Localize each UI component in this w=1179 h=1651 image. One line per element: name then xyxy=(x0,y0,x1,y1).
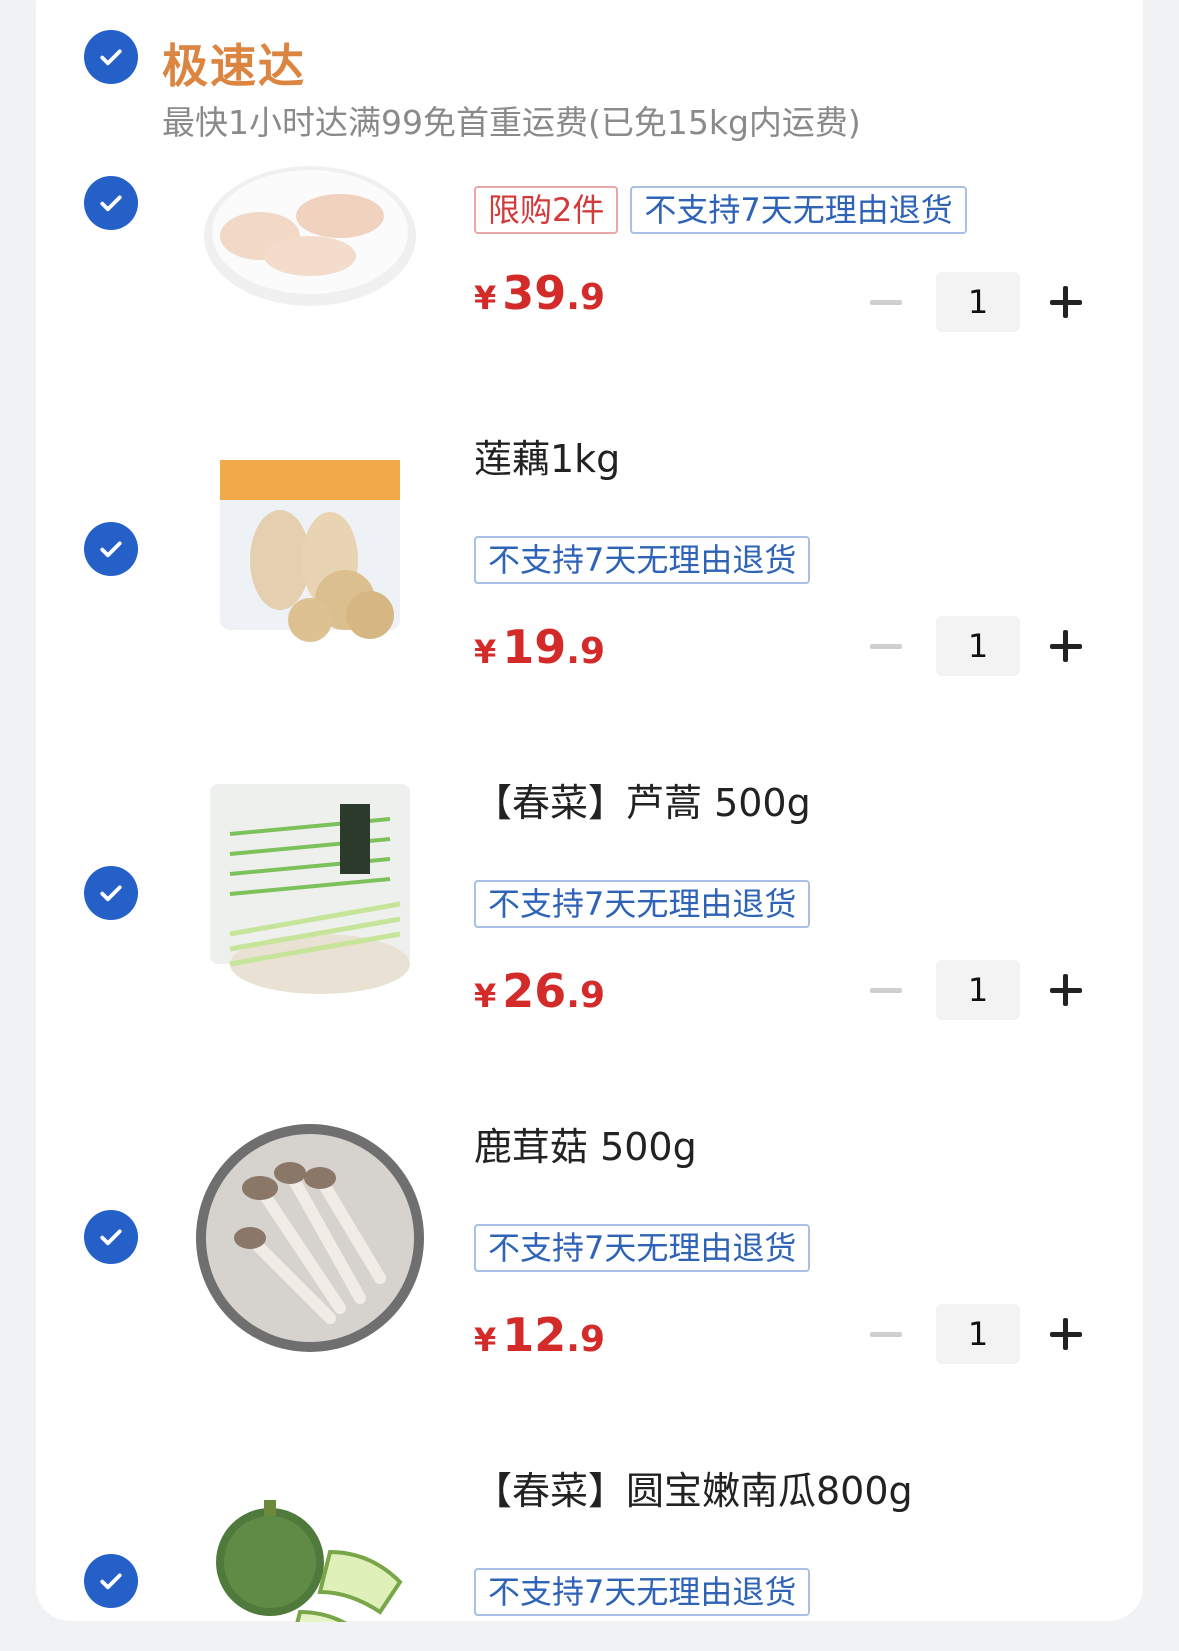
increase-button[interactable] xyxy=(1036,272,1096,332)
quantity-input[interactable]: 1 xyxy=(936,272,1020,332)
product-price: ¥39.9 xyxy=(474,266,606,320)
quantity-input[interactable]: 1 xyxy=(936,1304,1020,1364)
item-select-checkbox[interactable] xyxy=(84,176,138,230)
cart-item: 鹿茸菇 500g 不支持7天无理由退货 ¥12.9 1 xyxy=(0,1118,1179,1462)
increase-button[interactable] xyxy=(1036,1304,1096,1364)
decrease-button[interactable] xyxy=(862,960,910,1020)
purchase-limit-tag: 限购2件 xyxy=(474,186,619,234)
increase-button[interactable] xyxy=(1036,616,1096,676)
product-price: ¥26.9 xyxy=(474,964,606,1018)
check-icon xyxy=(100,1573,122,1590)
item-select-checkbox[interactable] xyxy=(84,1554,138,1608)
product-title[interactable]: 鹿茸菇 500g xyxy=(474,1116,697,1171)
check-icon xyxy=(100,195,122,212)
product-image[interactable] xyxy=(190,430,430,670)
artemisia-image xyxy=(210,784,410,994)
product-price: ¥12.9 xyxy=(474,1308,606,1362)
quantity-input[interactable]: 1 xyxy=(936,616,1020,676)
no-return-tag: 不支持7天无理由退货 xyxy=(474,880,811,928)
decrease-button[interactable] xyxy=(862,616,910,676)
check-icon xyxy=(100,1229,122,1246)
item-select-checkbox[interactable] xyxy=(84,866,138,920)
mushrooms-image xyxy=(196,1124,424,1352)
item-select-checkbox[interactable] xyxy=(84,522,138,576)
quantity-stepper: 1 xyxy=(862,272,1096,332)
decrease-button[interactable] xyxy=(862,1304,910,1364)
quantity-stepper: 1 xyxy=(862,1304,1096,1364)
cart-item: 【春菜】圆宝嫩南瓜800g 不支持7天无理由退货 xyxy=(0,1462,1179,1622)
product-image[interactable] xyxy=(190,774,430,1014)
product-image[interactable] xyxy=(190,166,430,306)
no-return-tag: 不支持7天无理由退货 xyxy=(474,1568,811,1616)
quantity-stepper: 1 xyxy=(862,960,1096,1020)
check-icon xyxy=(100,541,122,558)
cart-item: 【春菜】芦蒿 500g 不支持7天无理由退货 ¥26.9 1 xyxy=(0,774,1179,1118)
lotus-root-image xyxy=(220,460,400,642)
product-image[interactable] xyxy=(190,1118,430,1358)
product-price: ¥19.9 xyxy=(474,620,606,674)
product-title[interactable]: 【春菜】芦蒿 500g xyxy=(474,772,811,827)
product-title[interactable]: 莲藕1kg xyxy=(474,428,620,483)
zucchini-image xyxy=(216,1500,403,1622)
no-return-tag: 不支持7天无理由退货 xyxy=(474,1224,811,1272)
quantity-input[interactable]: 1 xyxy=(936,960,1020,1020)
no-return-tag: 不支持7天无理由退货 xyxy=(630,186,967,234)
quantity-stepper: 1 xyxy=(862,616,1096,676)
increase-button[interactable] xyxy=(1036,960,1096,1020)
no-return-tag: 不支持7天无理由退货 xyxy=(474,536,811,584)
chicken-drumsticks-image xyxy=(204,166,416,306)
decrease-button[interactable] xyxy=(862,272,910,332)
cart-item: 限购2件 不支持7天无理由退货 ¥39.9 1 xyxy=(0,0,1179,332)
item-select-checkbox[interactable] xyxy=(84,1210,138,1264)
cart-item: 莲藕1kg 不支持7天无理由退货 ¥19.9 1 xyxy=(0,430,1179,774)
check-icon xyxy=(100,885,122,902)
product-title[interactable]: 【春菜】圆宝嫩南瓜800g xyxy=(474,1462,913,1515)
product-image[interactable] xyxy=(190,1462,430,1622)
